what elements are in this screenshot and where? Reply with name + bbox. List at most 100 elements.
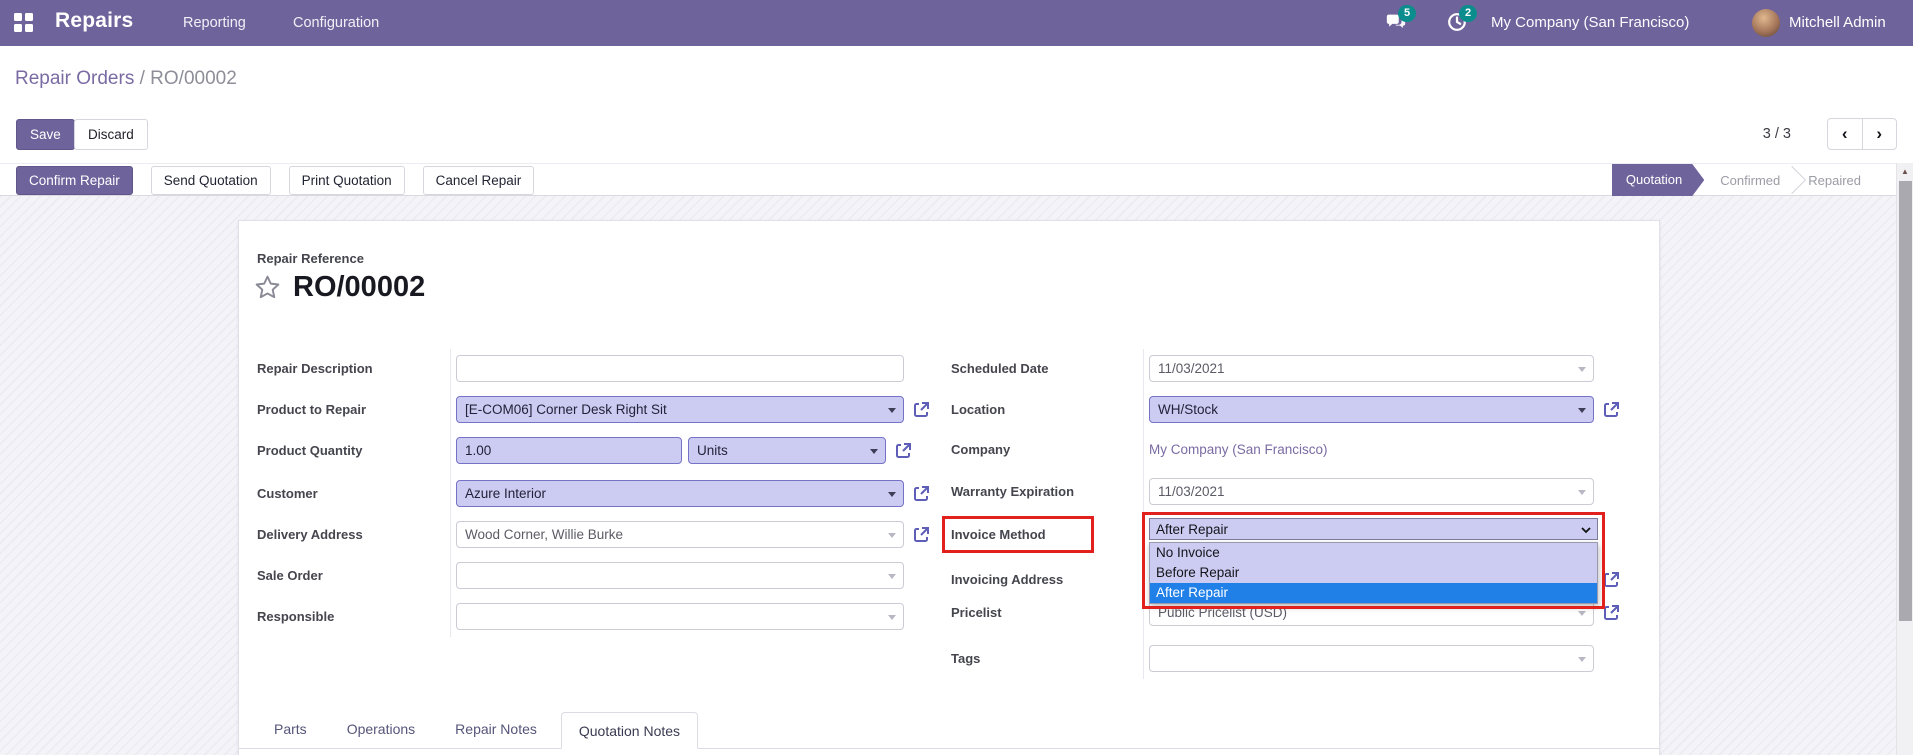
label-sale-order: Sale Order — [257, 568, 323, 583]
user-menu[interactable]: Mitchell Admin — [1789, 0, 1886, 46]
label-scheduled-date: Scheduled Date — [951, 361, 1049, 376]
dropdown-caret-icon — [888, 615, 896, 620]
breadcrumb: Repair Orders / RO/00002 — [15, 68, 237, 90]
pricelist-external-link-icon[interactable] — [1601, 603, 1621, 623]
dropdown-caret-icon — [888, 492, 896, 497]
menu-configuration[interactable]: Configuration — [293, 0, 379, 46]
content-area: Repair Reference RO/00002 Repair Descrip… — [0, 196, 1913, 755]
label-customer: Customer — [257, 486, 318, 501]
activities-button[interactable]: 2 — [1446, 5, 1477, 35]
user-avatar[interactable] — [1752, 9, 1780, 37]
app-title[interactable]: Repairs — [55, 9, 133, 33]
tab-repair-notes[interactable]: Repair Notes — [455, 711, 537, 748]
left-column-separator — [450, 349, 451, 637]
discard-button[interactable]: Discard — [74, 119, 148, 150]
cancel-repair-button[interactable]: Cancel Repair — [422, 166, 535, 195]
status-pipeline: Quotation Confirmed Repaired — [1612, 164, 1877, 196]
confirm-repair-button[interactable]: Confirm Repair — [16, 166, 133, 195]
form-sheet: Repair Reference RO/00002 Repair Descrip… — [238, 220, 1660, 755]
repairs-app-screen: Repairs Reporting Configuration 5 2 My C… — [0, 0, 1913, 755]
dropdown-caret-icon — [888, 533, 896, 538]
company-switcher[interactable]: My Company (San Francisco) — [1491, 0, 1689, 46]
reference-label: Repair Reference — [257, 251, 364, 266]
label-company: Company — [951, 442, 1011, 457]
sale-order-select[interactable] — [456, 562, 904, 589]
pager-next-button[interactable]: › — [1863, 119, 1897, 149]
invoicing-address-external-link-icon[interactable] — [1601, 570, 1621, 590]
product-to-repair-select[interactable]: [E-COM06] Corner Desk Right Sit — [456, 396, 904, 423]
pager-previous-button[interactable]: ‹ — [1828, 119, 1863, 149]
tab-quotation-notes[interactable]: Quotation Notes — [560, 712, 699, 749]
messages-badge: 5 — [1398, 5, 1416, 22]
option-no-invoice[interactable]: No Invoice — [1150, 543, 1597, 563]
statusbar: Confirm Repair Send Quotation Print Quot… — [0, 163, 1913, 196]
label-invoicing-address: Invoicing Address — [951, 572, 1064, 587]
scrollbar-up-button[interactable]: ▲ — [1897, 163, 1913, 180]
invoice-method-option-list: No Invoice Before Repair After Repair — [1149, 542, 1598, 604]
breadcrumb-parent-link[interactable]: Repair Orders — [15, 68, 134, 89]
record-pager: ‹ › — [1827, 118, 1897, 150]
breadcrumb-current: RO/00002 — [150, 68, 237, 89]
label-repair-description: Repair Description — [257, 361, 373, 376]
customer-select[interactable]: Azure Interior — [456, 480, 904, 507]
state-quotation[interactable]: Quotation — [1612, 164, 1704, 196]
scrollbar-thumb[interactable] — [1899, 181, 1912, 621]
send-quotation-button[interactable]: Send Quotation — [150, 166, 271, 195]
right-column-separator — [1143, 349, 1144, 679]
unit-of-measure-select[interactable]: Units — [688, 437, 886, 464]
pager-counter: 3 / 3 — [1762, 126, 1791, 142]
dropdown-caret-icon — [870, 449, 878, 454]
dropdown-caret-icon — [888, 574, 896, 579]
label-warranty-expiration: Warranty Expiration — [951, 484, 1075, 499]
apps-menu-button[interactable] — [14, 13, 34, 33]
label-pricelist: Pricelist — [951, 605, 1002, 620]
menu-reporting[interactable]: Reporting — [183, 0, 246, 46]
warranty-expiration-input[interactable]: 11/03/2021 — [1149, 478, 1594, 505]
messages-button[interactable]: 5 — [1385, 5, 1416, 35]
option-before-repair[interactable]: Before Repair — [1150, 563, 1597, 583]
print-quotation-button[interactable]: Print Quotation — [288, 166, 405, 195]
breadcrumb-separator: / — [134, 68, 151, 89]
scheduled-date-input[interactable]: 11/03/2021 — [1149, 355, 1594, 382]
select-chevron-icon — [1581, 527, 1591, 534]
label-delivery-address: Delivery Address — [257, 527, 363, 542]
delivery-address-select[interactable]: Wood Corner, Willie Burke — [456, 521, 904, 548]
dropdown-caret-icon — [1578, 657, 1586, 662]
vertical-scrollbar[interactable]: ▲ — [1896, 163, 1913, 755]
dropdown-caret-icon — [1578, 490, 1586, 495]
location-external-link-icon[interactable] — [1601, 400, 1621, 420]
dropdown-caret-icon — [1578, 408, 1586, 413]
scroll-up-arrow-icon: ▲ — [1901, 167, 1909, 176]
delivery-address-external-link-icon[interactable] — [911, 525, 931, 545]
dropdown-caret-icon — [1578, 367, 1586, 372]
product-external-link-icon[interactable] — [911, 400, 931, 420]
save-button[interactable]: Save — [16, 119, 75, 150]
apps-grid-icon — [14, 13, 22, 21]
customer-external-link-icon[interactable] — [911, 484, 931, 504]
label-responsible: Responsible — [257, 609, 335, 624]
chevron-right-icon: › — [1876, 124, 1883, 143]
option-after-repair[interactable]: After Repair — [1150, 583, 1597, 603]
tab-operations[interactable]: Operations — [347, 711, 415, 748]
favorite-star-icon[interactable] — [253, 273, 282, 302]
repair-description-input[interactable] — [456, 355, 904, 382]
responsible-select[interactable] — [456, 603, 904, 630]
location-select[interactable]: WH/Stock — [1149, 396, 1594, 423]
tab-parts[interactable]: Parts — [274, 711, 307, 748]
label-location: Location — [951, 402, 1006, 417]
label-product-to-repair: Product to Repair — [257, 402, 367, 417]
product-quantity-input[interactable]: 1.00 — [456, 437, 682, 464]
reference-value: RO/00002 — [293, 271, 426, 303]
activities-badge: 2 — [1459, 5, 1477, 22]
statusbar-actions: Confirm Repair Send Quotation Print Quot… — [16, 165, 535, 196]
label-invoice-method: Invoice Method — [951, 527, 1046, 542]
unit-external-link-icon[interactable] — [893, 441, 913, 461]
invoice-method-select[interactable]: After Repair — [1149, 518, 1598, 540]
company-value-link[interactable]: My Company (San Francisco) — [1149, 442, 1328, 457]
tags-select[interactable] — [1149, 645, 1594, 672]
dropdown-caret-icon — [1578, 611, 1586, 616]
label-tags: Tags — [951, 651, 981, 666]
notebook-tabs: Parts Operations Repair Notes Quotation … — [239, 712, 1659, 749]
chevron-left-icon: ‹ — [1841, 124, 1848, 143]
state-separator-chevron-icon — [1778, 165, 1807, 195]
